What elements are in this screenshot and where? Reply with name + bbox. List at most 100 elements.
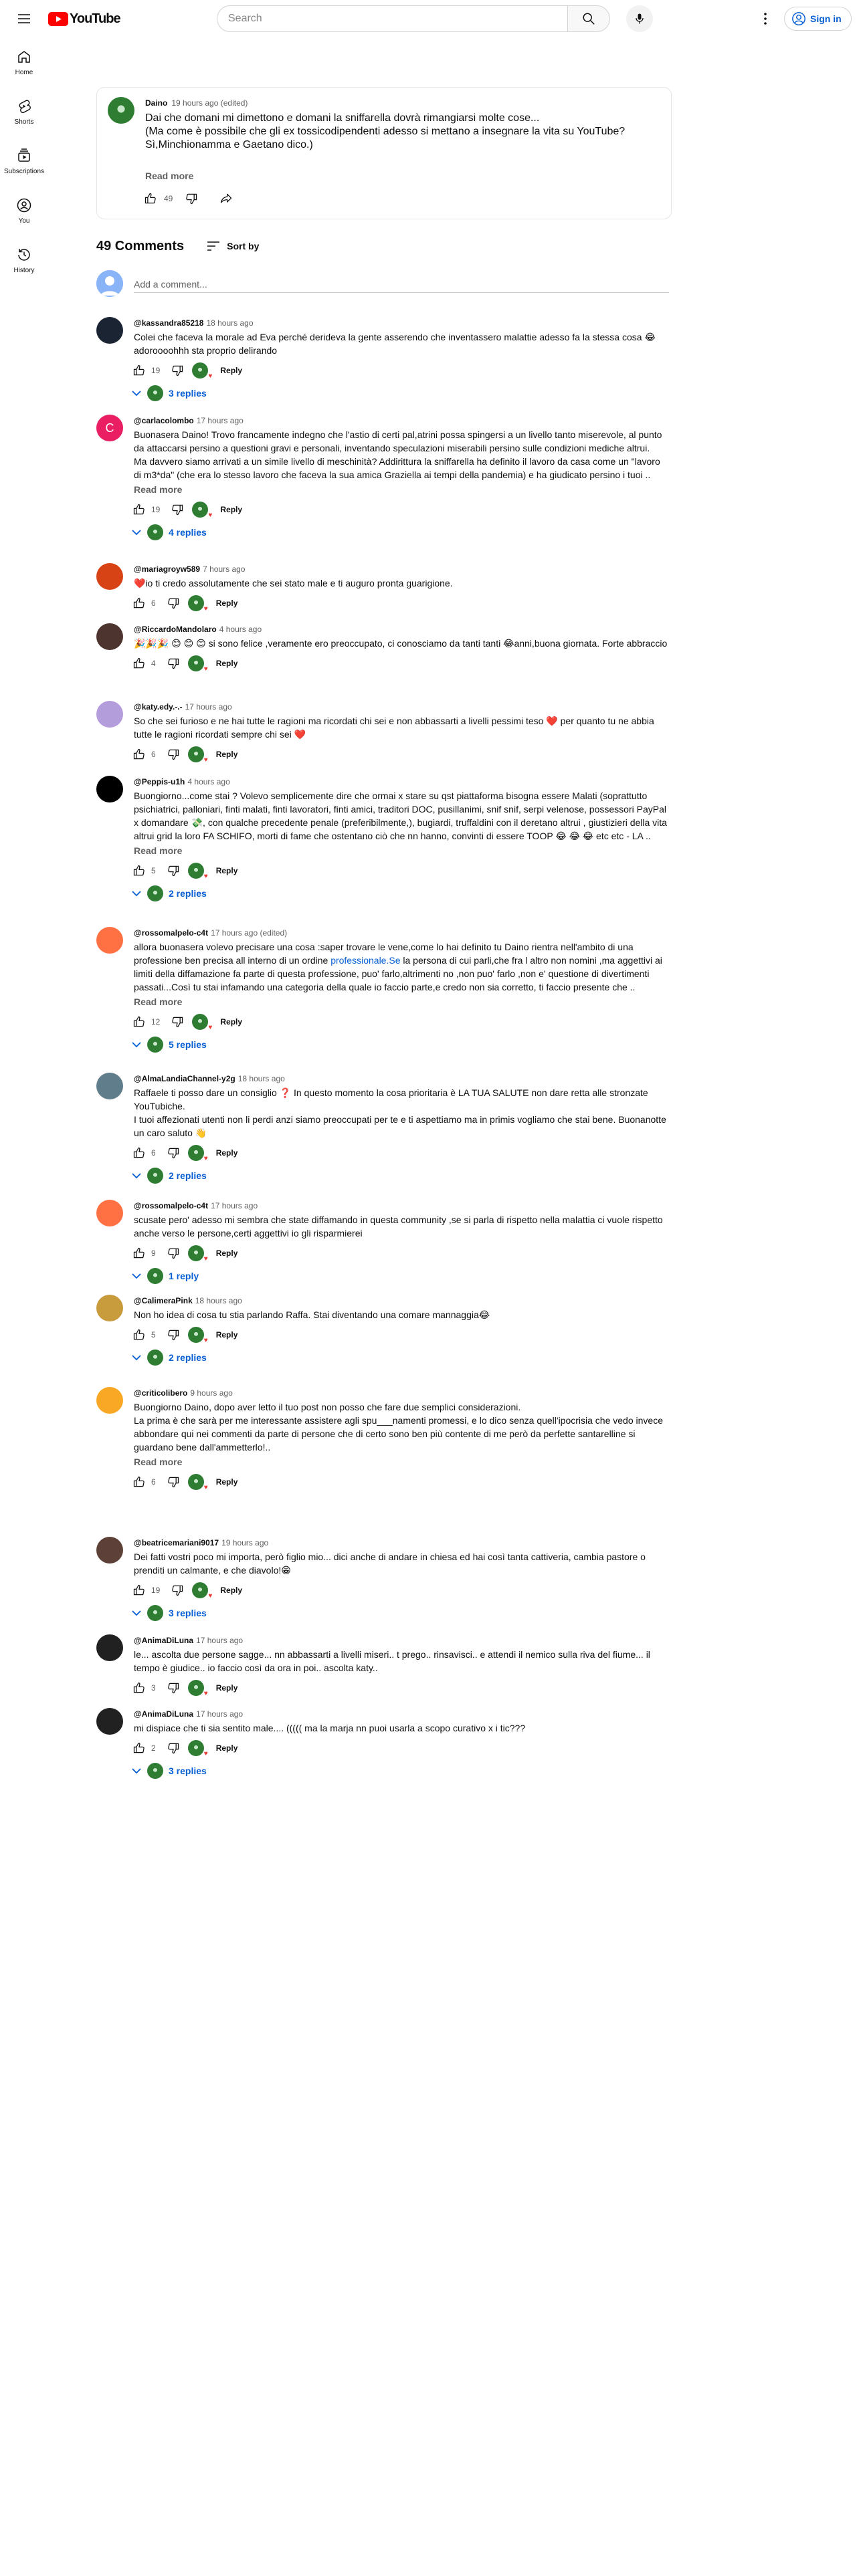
comment-like-button[interactable] [128, 1142, 150, 1164]
comment-time[interactable]: 4 hours ago [219, 623, 262, 635]
reply-button[interactable]: Reply [208, 1324, 246, 1346]
comment-author[interactable]: @beatricemariani9017 [134, 1537, 219, 1549]
sort-by-button[interactable]: Sort by [205, 238, 259, 254]
reply-button[interactable]: Reply [208, 744, 246, 765]
comment-dislike-button[interactable] [167, 1011, 188, 1033]
nav-home[interactable]: Home [3, 37, 45, 87]
comment-link[interactable]: professionale.Se [330, 955, 400, 966]
comment-author-avatar[interactable] [96, 1073, 123, 1099]
comment-dislike-button[interactable] [163, 1324, 184, 1346]
comment-author-avatar[interactable] [96, 1387, 123, 1414]
comment-dislike-button[interactable] [163, 1142, 184, 1164]
settings-more-button[interactable] [752, 5, 779, 32]
comment-time[interactable]: 17 hours ago [197, 415, 244, 427]
post-author-avatar[interactable] [108, 97, 134, 124]
comment-time[interactable]: 17 hours ago [196, 1708, 243, 1720]
comment-author[interactable]: @AlmaLandiaChannel-y2g [134, 1073, 235, 1085]
comment-time[interactable]: 17 hours ago [211, 1200, 258, 1212]
comment-dislike-button[interactable] [163, 744, 184, 765]
comment-author-avatar[interactable] [96, 1708, 123, 1735]
youtube-logo[interactable]: YouTube [48, 11, 121, 27]
comment-author[interactable]: @CalimeraPink [134, 1295, 193, 1307]
comment-author[interactable]: @rossomalpelo-c4t [134, 927, 208, 939]
comment-author-avatar[interactable] [96, 623, 123, 650]
nav-shorts[interactable]: Shorts [3, 87, 45, 136]
comment-author-avatar[interactable] [96, 1537, 123, 1564]
comment-dislike-button[interactable] [167, 499, 188, 520]
post-read-more[interactable]: Read more [145, 171, 193, 181]
comment-author[interactable]: @carlacolombo [134, 415, 194, 427]
comment-read-more[interactable]: Read more [134, 996, 182, 1007]
comment-like-button[interactable] [128, 499, 150, 520]
post-time[interactable]: 19 hours ago (edited) [171, 98, 248, 108]
view-replies-button[interactable]: 4 replies [128, 524, 669, 540]
reply-button[interactable]: Reply [208, 1142, 246, 1164]
view-replies-button[interactable]: 2 replies [128, 1168, 669, 1184]
comment-dislike-button[interactable] [163, 653, 184, 674]
comment-dislike-button[interactable] [163, 860, 184, 881]
comment-author-avatar[interactable] [96, 317, 123, 344]
comment-time[interactable]: 4 hours ago [187, 776, 229, 788]
search-button[interactable] [567, 5, 610, 32]
comment-like-button[interactable] [128, 360, 150, 381]
sign-in-button[interactable]: Sign in [784, 7, 852, 31]
post-like-button[interactable] [140, 188, 161, 209]
reply-button[interactable]: Reply [208, 593, 246, 614]
comment-time[interactable]: 19 hours ago [221, 1537, 268, 1549]
comment-author-avatar[interactable]: C [96, 415, 123, 441]
comment-dislike-button[interactable] [163, 1471, 184, 1493]
reply-button[interactable]: Reply [212, 360, 250, 381]
view-replies-button[interactable]: 5 replies [128, 1037, 669, 1053]
comment-dislike-button[interactable] [163, 1737, 184, 1759]
comment-like-button[interactable] [128, 1677, 150, 1699]
comment-dislike-button[interactable] [167, 1580, 188, 1601]
comment-author[interactable]: @Peppis-u1h [134, 776, 185, 788]
search-input[interactable] [217, 5, 567, 32]
reply-button[interactable]: Reply [212, 1580, 250, 1601]
nav-subscriptions[interactable]: Subscriptions [3, 136, 45, 186]
voice-search-button[interactable] [626, 5, 653, 32]
comment-time[interactable]: 7 hours ago [203, 563, 245, 575]
comment-time[interactable]: 18 hours ago [195, 1295, 242, 1307]
menu-icon[interactable] [11, 5, 37, 32]
comment-author[interactable]: @rossomalpelo-c4t [134, 1200, 208, 1212]
comment-author[interactable]: @katy.edy.-.- [134, 701, 183, 713]
view-replies-button[interactable]: 2 replies [128, 885, 669, 901]
comment-dislike-button[interactable] [167, 360, 188, 381]
comment-dislike-button[interactable] [163, 1677, 184, 1699]
comment-author-avatar[interactable] [96, 776, 123, 802]
comment-author-avatar[interactable] [96, 1295, 123, 1321]
comment-like-button[interactable] [128, 860, 150, 881]
reply-button[interactable]: Reply [208, 860, 246, 881]
comment-time[interactable]: 18 hours ago [238, 1073, 285, 1085]
comment-time[interactable]: 9 hours ago [190, 1387, 232, 1399]
comment-author[interactable]: @AnimaDiLuna [134, 1634, 193, 1646]
comment-author[interactable]: @RiccardoMandolaro [134, 623, 217, 635]
comment-like-button[interactable] [128, 593, 150, 614]
comment-like-button[interactable] [128, 1471, 150, 1493]
post-dislike-button[interactable] [181, 188, 202, 209]
comment-read-more[interactable]: Read more [134, 845, 182, 856]
comment-author[interactable]: @AnimaDiLuna [134, 1708, 193, 1720]
comment-author-avatar[interactable] [96, 701, 123, 728]
comment-like-button[interactable] [128, 1243, 150, 1264]
comment-time[interactable]: 17 hours ago (edited) [211, 927, 287, 939]
comment-like-button[interactable] [128, 1324, 150, 1346]
post-share-button[interactable] [215, 188, 237, 209]
reply-button[interactable]: Reply [208, 1471, 246, 1493]
add-comment-input[interactable] [134, 276, 669, 293]
comment-dislike-button[interactable] [163, 1243, 184, 1264]
view-replies-button[interactable]: 3 replies [128, 1763, 669, 1779]
reply-button[interactable]: Reply [208, 1677, 246, 1699]
comment-author[interactable]: @criticolibero [134, 1387, 187, 1399]
comment-time[interactable]: 17 hours ago [196, 1634, 243, 1646]
view-replies-button[interactable]: 1 reply [128, 1268, 669, 1284]
reply-button[interactable]: Reply [212, 499, 250, 520]
comment-like-button[interactable] [128, 1737, 150, 1759]
comment-author-avatar[interactable] [96, 1634, 123, 1661]
comment-like-button[interactable] [128, 1011, 150, 1033]
view-replies-button[interactable]: 2 replies [128, 1350, 669, 1366]
comment-dislike-button[interactable] [163, 593, 184, 614]
comment-time[interactable]: 18 hours ago [206, 317, 253, 329]
comment-time[interactable]: 17 hours ago [185, 701, 232, 713]
